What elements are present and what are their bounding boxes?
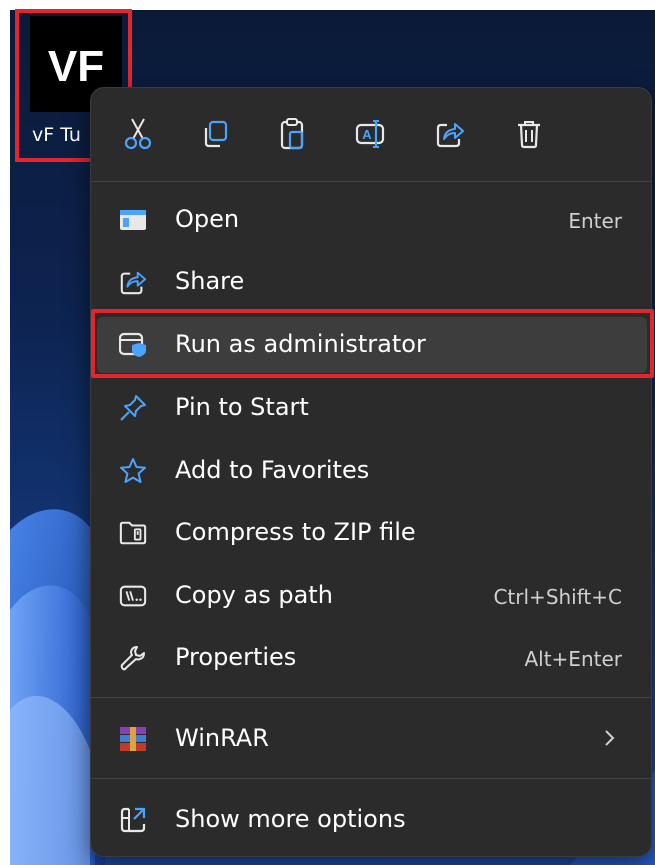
star-icon — [119, 457, 147, 485]
zip-icon — [119, 519, 147, 547]
copy-icon — [204, 120, 228, 148]
paste-button[interactable] — [273, 114, 313, 154]
menu-item-label: Show more options — [175, 805, 406, 833]
menu-item-share[interactable]: Share — [97, 254, 647, 310]
menu-item-properties[interactable]: Properties Alt+Enter — [97, 630, 647, 686]
menu-item-shortcut: Ctrl+Shift+C — [493, 585, 622, 609]
menu-item-label: Properties — [175, 643, 297, 671]
chevron-right-icon — [603, 726, 617, 754]
more-options-icon — [119, 806, 147, 834]
copy-button[interactable] — [195, 114, 235, 154]
cut-icon — [124, 118, 152, 150]
menu-item-shortcut: Alt+Enter — [524, 647, 622, 671]
rename-button[interactable]: A — [351, 114, 391, 154]
context-menu: A Open Enter Share Run as administrator … — [90, 87, 652, 857]
menu-item-label: WinRAR — [175, 724, 269, 752]
menu-item-pin-to-start[interactable]: Pin to Start — [97, 380, 647, 436]
share-icon — [436, 123, 464, 148]
menu-item-open[interactable]: Open Enter — [97, 192, 647, 248]
share-quick-button[interactable] — [430, 114, 470, 154]
open-icon — [119, 206, 147, 234]
paste-icon — [280, 118, 304, 150]
delete-icon — [518, 121, 540, 149]
menu-item-label: Compress to ZIP file — [175, 518, 416, 546]
menu-item-label: Pin to Start — [175, 393, 309, 421]
menu-item-label: Share — [175, 267, 245, 295]
menu-item-add-to-favorites[interactable]: Add to Favorites — [97, 443, 647, 499]
quick-actions-bar: A — [91, 88, 651, 180]
pin-icon — [119, 394, 147, 422]
winrar-icon — [119, 725, 147, 753]
rename-icon: A — [355, 120, 385, 148]
menu-separator — [91, 778, 651, 779]
menu-separator — [91, 697, 651, 698]
menu-item-copy-as-path[interactable]: Copy as path Ctrl+Shift+C — [97, 568, 647, 624]
menu-item-label: Add to Favorites — [175, 456, 370, 484]
menu-item-winrar[interactable]: WinRAR — [97, 711, 647, 767]
menu-item-shortcut: Enter — [568, 209, 622, 233]
menu-item-show-more-options[interactable]: Show more options — [97, 792, 647, 848]
menu-item-compress-zip[interactable]: Compress to ZIP file — [97, 505, 647, 561]
menu-item-label: Open — [175, 205, 240, 233]
share-icon — [119, 268, 147, 296]
menu-item-label: Copy as path — [175, 581, 333, 609]
copy-path-icon — [119, 582, 147, 610]
svg-text:A: A — [362, 127, 372, 142]
annotation-highlight-run-as-admin — [91, 309, 654, 378]
cut-button[interactable] — [118, 114, 158, 154]
delete-button[interactable] — [509, 114, 549, 154]
wrench-icon — [119, 644, 147, 672]
menu-separator — [91, 181, 651, 182]
